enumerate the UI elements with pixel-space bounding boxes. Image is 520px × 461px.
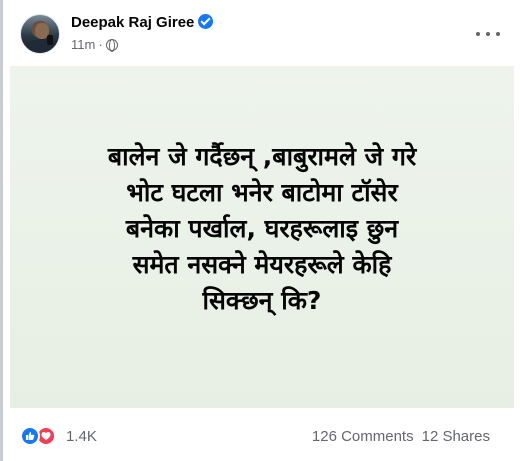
author-name[interactable]: Deepak Raj Giree <box>71 14 214 31</box>
post-text-line: बनेका पर्खाल, घरहरूलाइ छुन <box>125 214 399 243</box>
engagement-stats: 126 Comments 12 Shares <box>312 428 490 445</box>
author-name-text[interactable]: Deepak Raj Giree <box>71 14 194 31</box>
meta-separator: · <box>98 37 103 52</box>
globe-icon[interactable] <box>105 39 118 52</box>
post-meta: 11m · <box>71 37 118 52</box>
more-options-icon[interactable] <box>476 24 500 44</box>
post-footer: 1.4K 126 Comments 12 Shares <box>20 420 500 450</box>
post-time[interactable]: 11m <box>71 37 95 52</box>
post-header: Deepak Raj Giree 11m · <box>20 12 500 60</box>
post-text: बालेन जे गर्दैछन् ,बाबुरामले जे गरे भोट … <box>10 139 514 319</box>
post-text-line: सिक्छन् कि? <box>202 286 322 315</box>
comments-count[interactable]: 126 Comments <box>312 428 414 445</box>
feed-border <box>0 0 3 461</box>
like-icon <box>20 426 40 446</box>
verified-badge-icon <box>198 14 214 29</box>
text-post-card[interactable]: बालेन जे गर्दैछन् ,बाबुरामले जे गरे भोट … <box>10 66 514 408</box>
shares-count[interactable]: 12 Shares <box>422 428 490 445</box>
post-text-line: समेत नसक्ने मेयरहरूले केहि <box>132 250 392 279</box>
facebook-post: Deepak Raj Giree 11m · बालेन जे गर्दैछन् … <box>0 0 520 461</box>
post-text-line: बालेन जे गर्दैछन् ,बाबुरामले जे गरे <box>107 142 417 171</box>
post-text-line: भोट घटला भनेर बाटोमा टॉसेर <box>126 178 398 207</box>
avatar[interactable] <box>20 14 60 54</box>
reaction-count[interactable]: 1.4K <box>66 428 97 445</box>
